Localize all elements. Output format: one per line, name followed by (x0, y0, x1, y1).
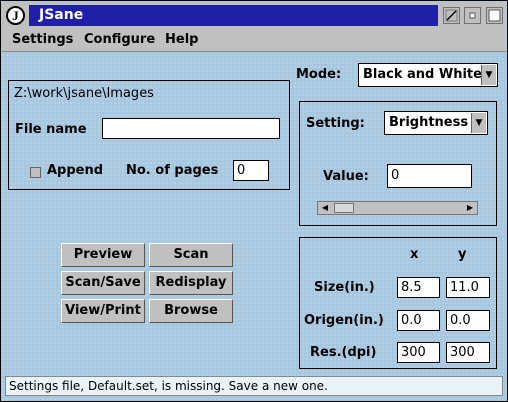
title-bar[interactable]: J JSane (2, 2, 506, 29)
slider-thumb[interactable] (334, 203, 354, 213)
maximize-icon[interactable] (486, 7, 503, 24)
redisplay-button[interactable]: Redisplay (149, 271, 233, 295)
origin-x-field[interactable]: 0.0 (397, 310, 440, 331)
pages-field[interactable]: 0 (233, 160, 269, 181)
setting-select[interactable]: Brightness ▼ (384, 111, 488, 135)
window-title: JSane (29, 5, 438, 26)
origin-label: Origen(in.) (304, 313, 384, 328)
arrow-right-icon[interactable]: ▶ (463, 202, 477, 214)
mode-label: Mode: (296, 67, 342, 82)
chevron-down-icon[interactable]: ▼ (481, 65, 496, 85)
arrow-left-icon[interactable]: ◀ (318, 202, 332, 214)
mode-value: Black and White (363, 67, 482, 82)
value-field[interactable]: 0 (387, 164, 472, 188)
image-path: Z:\work\jsane\Images (14, 86, 154, 101)
mode-select[interactable]: Black and White ▼ (358, 63, 498, 87)
size-y-field[interactable]: 11.0 (446, 277, 490, 298)
value-label: Value: (323, 169, 369, 184)
y-header: y (458, 247, 467, 262)
setting-value: Brightness (389, 115, 469, 130)
value-slider[interactable]: ◀ ▶ (317, 201, 478, 215)
menu-settings[interactable]: Settings (12, 32, 73, 47)
scan-button[interactable]: Scan (149, 243, 233, 267)
menu-help[interactable]: Help (165, 32, 198, 47)
browse-button[interactable]: Browse (149, 299, 233, 323)
file-name-label: File name (15, 122, 87, 137)
file-name-field[interactable] (102, 118, 280, 139)
menu-bar: Settings Configure Help (2, 29, 506, 52)
resolution-label: Res.(dpi) (310, 345, 377, 360)
view-print-button[interactable]: View/Print (61, 299, 145, 323)
x-header: x (410, 247, 419, 262)
minimize-icon[interactable] (464, 7, 481, 24)
chevron-down-icon[interactable]: ▼ (471, 113, 486, 133)
status-bar: Settings file, Default.set, is missing. … (5, 376, 503, 396)
resolution-x-field[interactable]: 300 (397, 342, 440, 363)
scan-save-button[interactable]: Scan/Save (61, 271, 145, 295)
resolution-y-field[interactable]: 300 (446, 342, 490, 363)
size-label: Size(in.) (314, 280, 375, 295)
setting-panel: Setting: Brightness ▼ Value: 0 ◀ ▶ (299, 101, 497, 226)
append-checkbox[interactable] (30, 167, 41, 178)
file-panel: Z:\work\jsane\Images File name Append No… (8, 80, 290, 190)
setting-label: Setting: (306, 116, 365, 131)
preview-button[interactable]: Preview (61, 243, 145, 267)
close-icon[interactable] (443, 7, 460, 24)
jsane-window: J JSane Settings Configure Help Z:\work\… (0, 0, 508, 402)
geometry-panel: x y Size(in.) 8.5 11.0 Origen(in.) 0.0 0… (299, 237, 497, 369)
append-label: Append (47, 163, 104, 178)
origin-y-field[interactable]: 0.0 (446, 310, 490, 331)
app-icon[interactable]: J (6, 6, 25, 25)
pages-label: No. of pages (126, 163, 219, 178)
size-x-field[interactable]: 8.5 (397, 277, 440, 298)
menu-configure[interactable]: Configure (84, 32, 155, 47)
